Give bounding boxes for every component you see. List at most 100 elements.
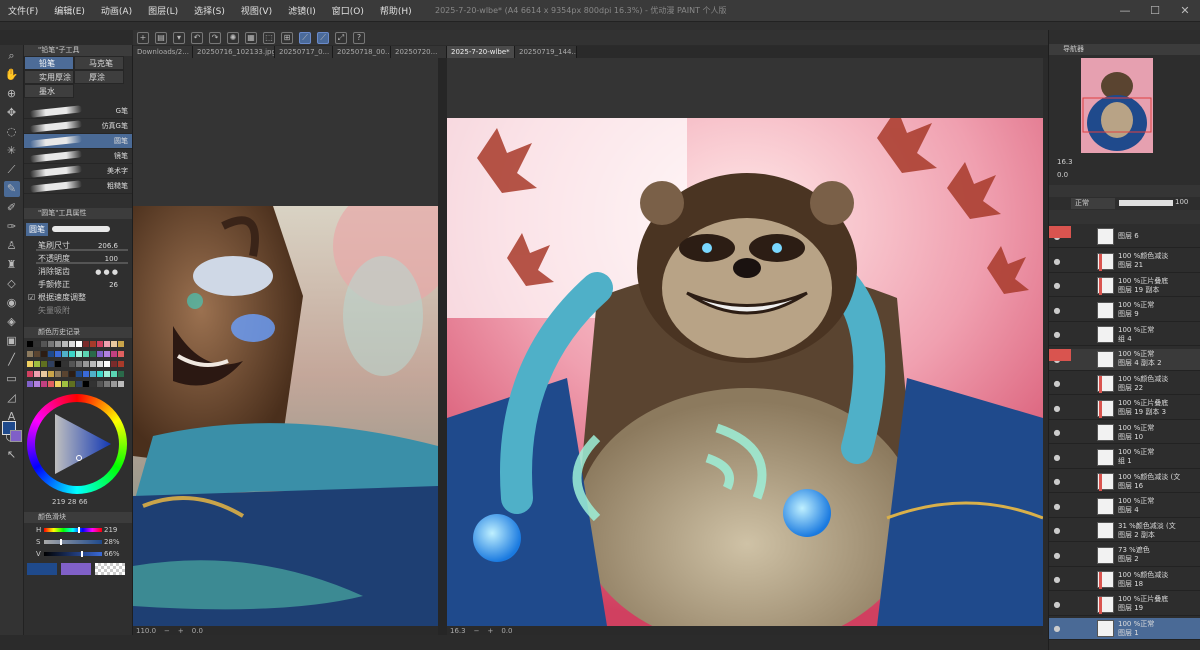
color-history-swatch[interactable] (97, 361, 103, 367)
layer-row[interactable]: ● 73 %遮色 图层 2 (1049, 545, 1200, 567)
color-history-swatch[interactable] (111, 371, 117, 377)
menu-window[interactable]: 窗口(O) (324, 4, 372, 17)
color-history-swatch[interactable] (90, 361, 96, 367)
subtool-tab-thick[interactable]: 厚涂 (74, 70, 124, 84)
brush-item[interactable]: G笔 (24, 104, 132, 119)
navigator-angle[interactable]: 0.0 (1057, 171, 1068, 179)
sub-color-chip[interactable] (61, 563, 91, 575)
menu-filter[interactable]: 滤镜(I) (280, 4, 324, 17)
canvas-tab[interactable]: 20250718_00... (333, 46, 391, 58)
visibility-eye-icon[interactable]: ● (1049, 453, 1065, 462)
layer-row[interactable]: ● 100 %正片叠底 图层 19 副本 (1049, 275, 1200, 297)
opacity-row[interactable]: 不透明度 100 (24, 252, 132, 265)
layer-row[interactable]: ●100 %正常图层 4 副本 2 (1049, 348, 1200, 371)
color-history-swatch[interactable] (104, 361, 110, 367)
color-history-swatch[interactable] (83, 361, 89, 367)
brush-item[interactable]: 粗糙笔 (24, 179, 132, 194)
color-history-swatch[interactable] (104, 341, 110, 347)
subtool-tab-ink[interactable]: 墨水 (24, 84, 74, 98)
color-history-swatch[interactable] (55, 381, 61, 387)
color-history-swatch[interactable] (111, 381, 117, 387)
transform-icon[interactable]: ⬚ (263, 31, 275, 44)
color-history-swatch[interactable] (118, 341, 124, 347)
main-color-chip[interactable] (27, 563, 57, 575)
fill-bucket-icon[interactable]: ◈ (4, 314, 20, 330)
visibility-eye-icon[interactable]: ● (1049, 502, 1065, 511)
main-angle-value[interactable]: 0.0 (501, 627, 512, 635)
subtool-tab-practical[interactable]: 实用厚涂 (24, 70, 74, 84)
color-wheel[interactable] (27, 394, 127, 494)
save-icon[interactable]: ▾ (173, 31, 185, 44)
menu-view[interactable]: 视图(V) (233, 4, 280, 17)
layer-panel-tabs[interactable] (1049, 185, 1200, 197)
redo-icon[interactable]: ↷ (209, 31, 221, 44)
brush-item[interactable]: 镜笔 (24, 149, 132, 164)
airbrush-icon[interactable]: ♙ (4, 238, 20, 254)
color-history-swatch[interactable] (118, 351, 124, 357)
canvas-tab[interactable]: 20250717_0... (275, 46, 333, 58)
layer-row[interactable]: ●图层 6 (1049, 226, 1200, 248)
value-slider[interactable] (44, 551, 102, 557)
visibility-eye-icon[interactable]: ● (1049, 477, 1065, 486)
canvas-tab[interactable]: 20250719_144... (515, 46, 577, 58)
color-history-swatch[interactable] (27, 341, 33, 347)
color-history-swatch[interactable] (34, 371, 40, 377)
color-history-swatch[interactable] (34, 381, 40, 387)
blend-mode-select[interactable]: 正常 (1071, 198, 1115, 209)
color-history-swatch[interactable] (97, 341, 103, 347)
color-history-swatch[interactable] (62, 361, 68, 367)
layer-row[interactable]: ● 100 %正常组 4 (1049, 324, 1200, 346)
hue-value[interactable]: 219 (104, 526, 117, 534)
color-history-swatch[interactable] (55, 341, 61, 347)
layer-opacity-value[interactable]: 100 (1175, 198, 1188, 206)
minimize-button[interactable]: — (1110, 2, 1140, 20)
menu-animation[interactable]: 动画(A) (93, 4, 140, 17)
layer-row[interactable]: ● 100 %正常 图层 9 (1049, 300, 1200, 322)
visibility-eye-icon[interactable]: ● (1049, 306, 1065, 315)
clear-icon[interactable]: ✺ (227, 31, 239, 44)
color-history-swatch[interactable] (62, 371, 68, 377)
color-history-swatch[interactable] (118, 381, 124, 387)
color-history-swatch[interactable] (76, 341, 82, 347)
layer-row[interactable]: ● 100 %颜色减淡 图层 18 (1049, 569, 1200, 591)
frame-icon[interactable]: ▭ (4, 371, 20, 387)
fill-icon[interactable]: ▦ (245, 31, 257, 44)
color-history-swatch[interactable] (41, 381, 47, 387)
color-history-swatch[interactable] (76, 351, 82, 357)
color-history-swatch[interactable] (34, 361, 40, 367)
navigator-zoom[interactable]: 16.3 (1057, 158, 1073, 166)
ruler-icon[interactable]: ◿ (4, 390, 20, 406)
brush-size-slider[interactable] (36, 249, 128, 251)
pencil-icon[interactable]: ✐ (4, 200, 20, 216)
value-value[interactable]: 66% (104, 550, 120, 558)
zoom-icon[interactable]: ⌕ (4, 48, 20, 64)
color-history-swatch[interactable] (97, 371, 103, 377)
saturation-value[interactable]: 28% (104, 538, 120, 546)
color-history-swatch[interactable] (118, 371, 124, 377)
color-history-swatch[interactable] (55, 371, 61, 377)
color-history-swatch[interactable] (97, 351, 103, 357)
color-history-swatch[interactable] (34, 351, 40, 357)
visibility-eye-icon[interactable]: ● (1049, 600, 1065, 609)
color-history-swatch[interactable] (111, 341, 117, 347)
canvas-splitter[interactable] (438, 58, 447, 635)
color-history-swatch[interactable] (90, 381, 96, 387)
layer-row[interactable]: ● 100 %正常组 1 (1049, 447, 1200, 469)
layer-row[interactable]: ● 100 %正片叠底 图层 19 副本 3 (1049, 398, 1200, 420)
color-history-swatch[interactable] (69, 341, 75, 347)
eraser-icon[interactable]: ◇ (4, 276, 20, 292)
layer-row[interactable]: ● 31 %颜色减淡 (文 图层 2 副本 (1049, 520, 1200, 542)
open-file-icon[interactable]: ▤ (155, 31, 167, 44)
color-history-swatch[interactable] (48, 371, 54, 377)
color-history-swatch[interactable] (90, 371, 96, 377)
color-history-swatch[interactable] (27, 361, 33, 367)
layer-row[interactable]: ● 100 %正常 图层 10 (1049, 422, 1200, 444)
subtool-tab-pencil[interactable]: 铅笔 (24, 56, 74, 70)
stabilization-row[interactable]: 手颤修正 26 (24, 278, 132, 291)
visibility-eye-icon[interactable]: ● (1049, 257, 1065, 266)
stabilization-value[interactable]: 26 (109, 281, 118, 289)
gradient-icon[interactable]: ▣ (4, 333, 20, 349)
canvas-tab[interactable]: 20250720... (391, 46, 447, 58)
layer-row[interactable]: ● 100 %正常 图层 4 (1049, 496, 1200, 518)
main-zoom-value[interactable]: 16.3 (450, 627, 466, 635)
